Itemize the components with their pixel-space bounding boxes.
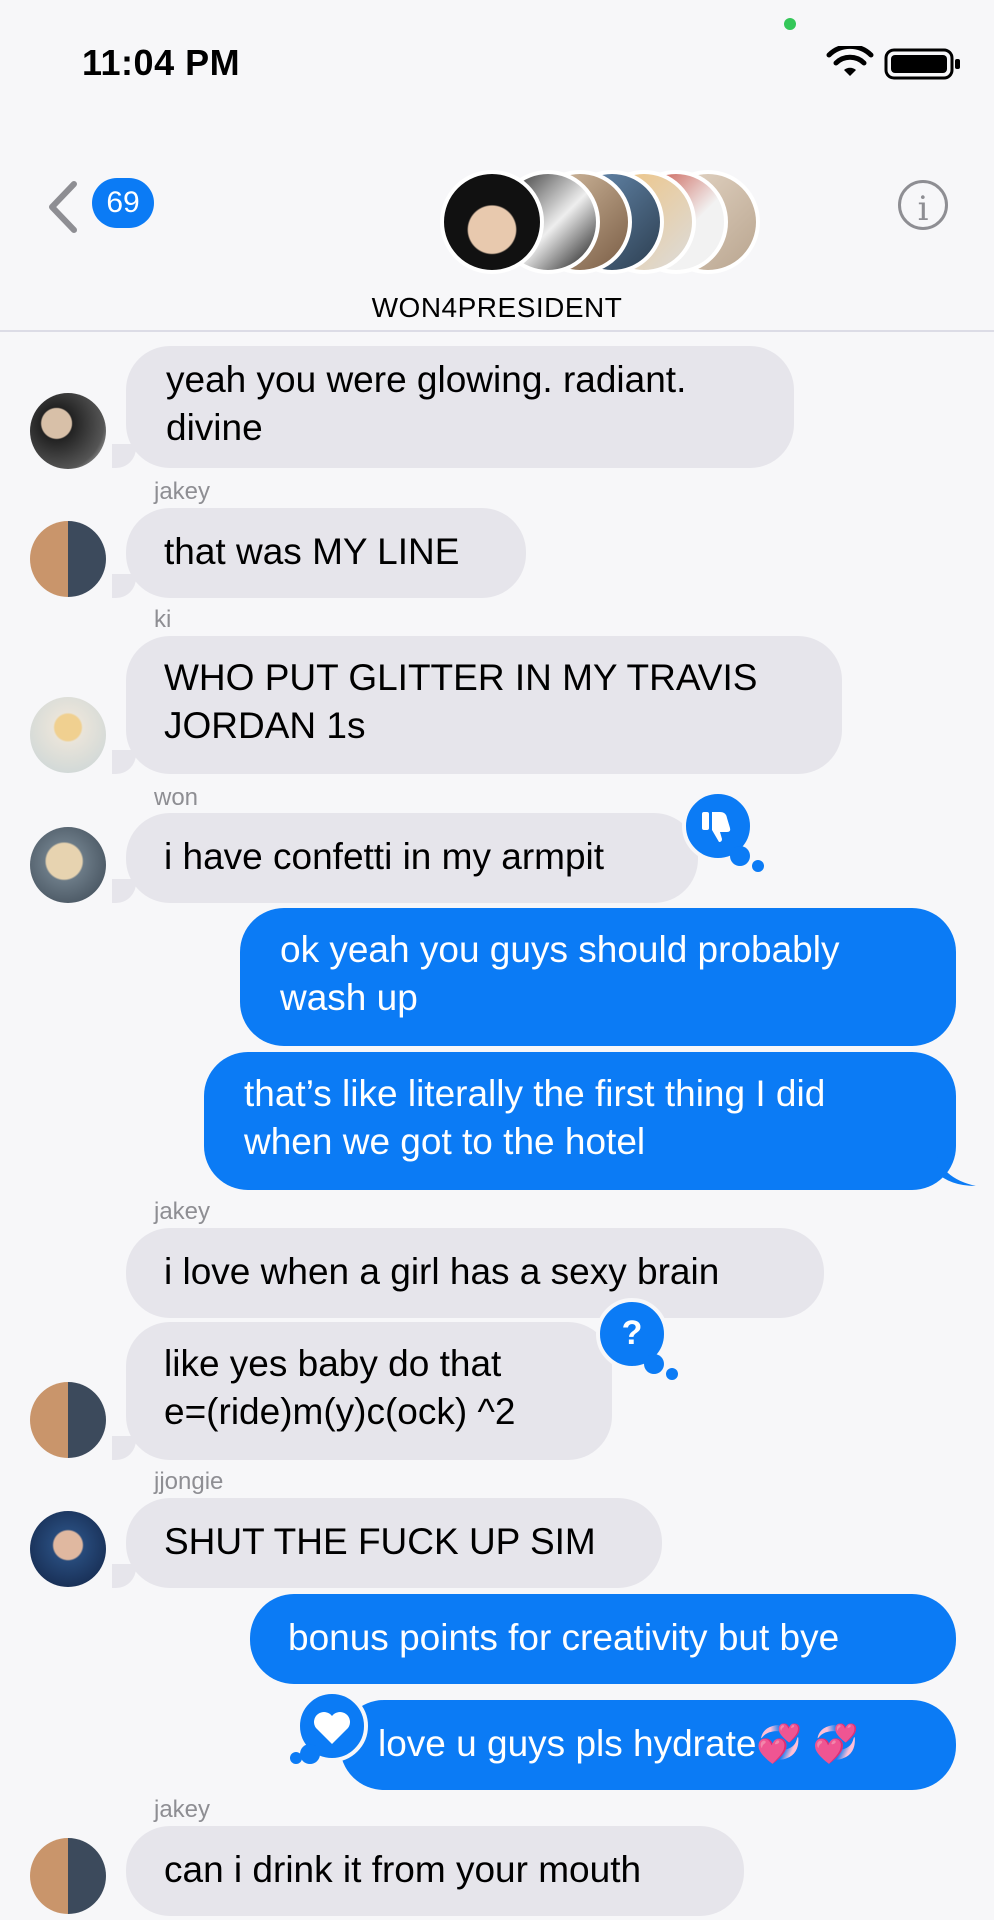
group-name[interactable]: WON4PRESIDENT xyxy=(0,292,994,324)
reaction-tail-dot xyxy=(752,860,764,872)
bubble-tail xyxy=(112,1564,136,1588)
reaction-tail-dot xyxy=(300,1744,320,1764)
message-bubble[interactable]: that’s like literally the first thing I … xyxy=(204,1052,956,1190)
bubble-tail xyxy=(112,574,136,598)
reaction-tail-dot xyxy=(666,1368,678,1380)
back-chevron-icon[interactable] xyxy=(44,180,80,234)
message-bubble[interactable]: SHUT THE FUCK UP SIM xyxy=(126,1498,662,1588)
message-bubble[interactable]: ok yeah you guys should probably wash up xyxy=(240,908,956,1046)
message-text: love u guys pls hydrate💞 💞 xyxy=(378,1723,859,1764)
sender-name: jjongie xyxy=(154,1468,224,1495)
contact-avatar[interactable] xyxy=(30,1382,106,1458)
message-bubble[interactable]: bonus points for creativity but bye xyxy=(250,1594,956,1684)
reaction-tail-dot xyxy=(730,846,750,866)
contact-avatar[interactable] xyxy=(30,393,106,469)
message-text: JORDAN 1s xyxy=(164,705,366,746)
sender-name: jakey xyxy=(154,1796,211,1823)
message-text: that’s like literally the first thing I … xyxy=(244,1073,826,1114)
sender-name: ki xyxy=(154,606,172,633)
group-avatars[interactable] xyxy=(440,170,760,280)
message-text: SHUT THE FUCK UP SIM xyxy=(164,1521,596,1562)
bubble-tail xyxy=(112,1436,136,1460)
bubble-tail xyxy=(112,444,136,468)
bubble-tail xyxy=(112,879,136,903)
unread-count-badge[interactable]: 69 xyxy=(92,178,154,228)
message-text: WHO PUT GLITTER IN MY TRAVIS xyxy=(164,657,758,698)
message-text: ok yeah you guys should probably xyxy=(280,929,840,970)
contact-avatar[interactable] xyxy=(30,827,106,903)
message-bubble[interactable]: WHO PUT GLITTER IN MY TRAVIS JORDAN 1s xyxy=(126,636,842,774)
message-bubble[interactable]: yeah you were glowing. radiant. divine xyxy=(126,346,794,468)
message-bubble[interactable]: like yes baby do that e=(ride)m(y)c(ock)… xyxy=(126,1322,612,1460)
conversation-header: 69 i WON4PRESIDENT xyxy=(0,110,994,332)
info-icon[interactable]: i xyxy=(898,180,948,230)
message-text: i love when a girl has a sexy brain xyxy=(164,1251,720,1292)
reaction-tail-dot xyxy=(290,1752,302,1764)
message-bubble[interactable]: i have confetti in my armpit xyxy=(126,813,698,903)
message-text: e=(ride)m(y)c(ock) ^2 xyxy=(164,1391,516,1432)
battery-icon xyxy=(884,48,960,80)
bubble-tail xyxy=(936,1150,976,1186)
camera-indicator-dot xyxy=(784,18,796,30)
reaction-tail-dot xyxy=(644,1354,664,1374)
message-text: yeah you were glowing. radiant. xyxy=(166,359,687,400)
message-bubble[interactable]: that was MY LINE xyxy=(126,508,526,598)
contact-avatar[interactable] xyxy=(30,521,106,597)
message-bubble[interactable]: can i drink it from your mouth xyxy=(126,1826,744,1916)
status-bar: 11:04 PM xyxy=(0,0,994,110)
contact-avatar[interactable] xyxy=(30,697,106,773)
wifi-icon xyxy=(826,46,874,76)
group-avatar xyxy=(440,170,544,274)
sender-name: jakey xyxy=(154,1198,211,1225)
message-text: like yes baby do that xyxy=(164,1343,502,1384)
status-time: 11:04 PM xyxy=(82,42,241,83)
message-text: bonus points for creativity but bye xyxy=(288,1617,840,1658)
message-bubble[interactable]: love u guys pls hydrate💞 💞 xyxy=(340,1700,956,1790)
contact-avatar[interactable] xyxy=(30,1511,106,1587)
sender-name: jakey xyxy=(154,478,211,505)
bubble-tail xyxy=(112,750,136,774)
sender-name: won xyxy=(154,784,199,811)
message-bubble[interactable]: i love when a girl has a sexy brain xyxy=(126,1228,824,1318)
contact-avatar[interactable] xyxy=(30,1838,106,1914)
message-text: can i drink it from your mouth xyxy=(164,1849,642,1890)
message-text: divine xyxy=(166,407,263,448)
message-text: that was MY LINE xyxy=(164,531,460,572)
message-text: i have confetti in my armpit xyxy=(164,836,605,877)
message-text: when we got to the hotel xyxy=(244,1121,646,1162)
message-text: wash up xyxy=(280,977,418,1018)
